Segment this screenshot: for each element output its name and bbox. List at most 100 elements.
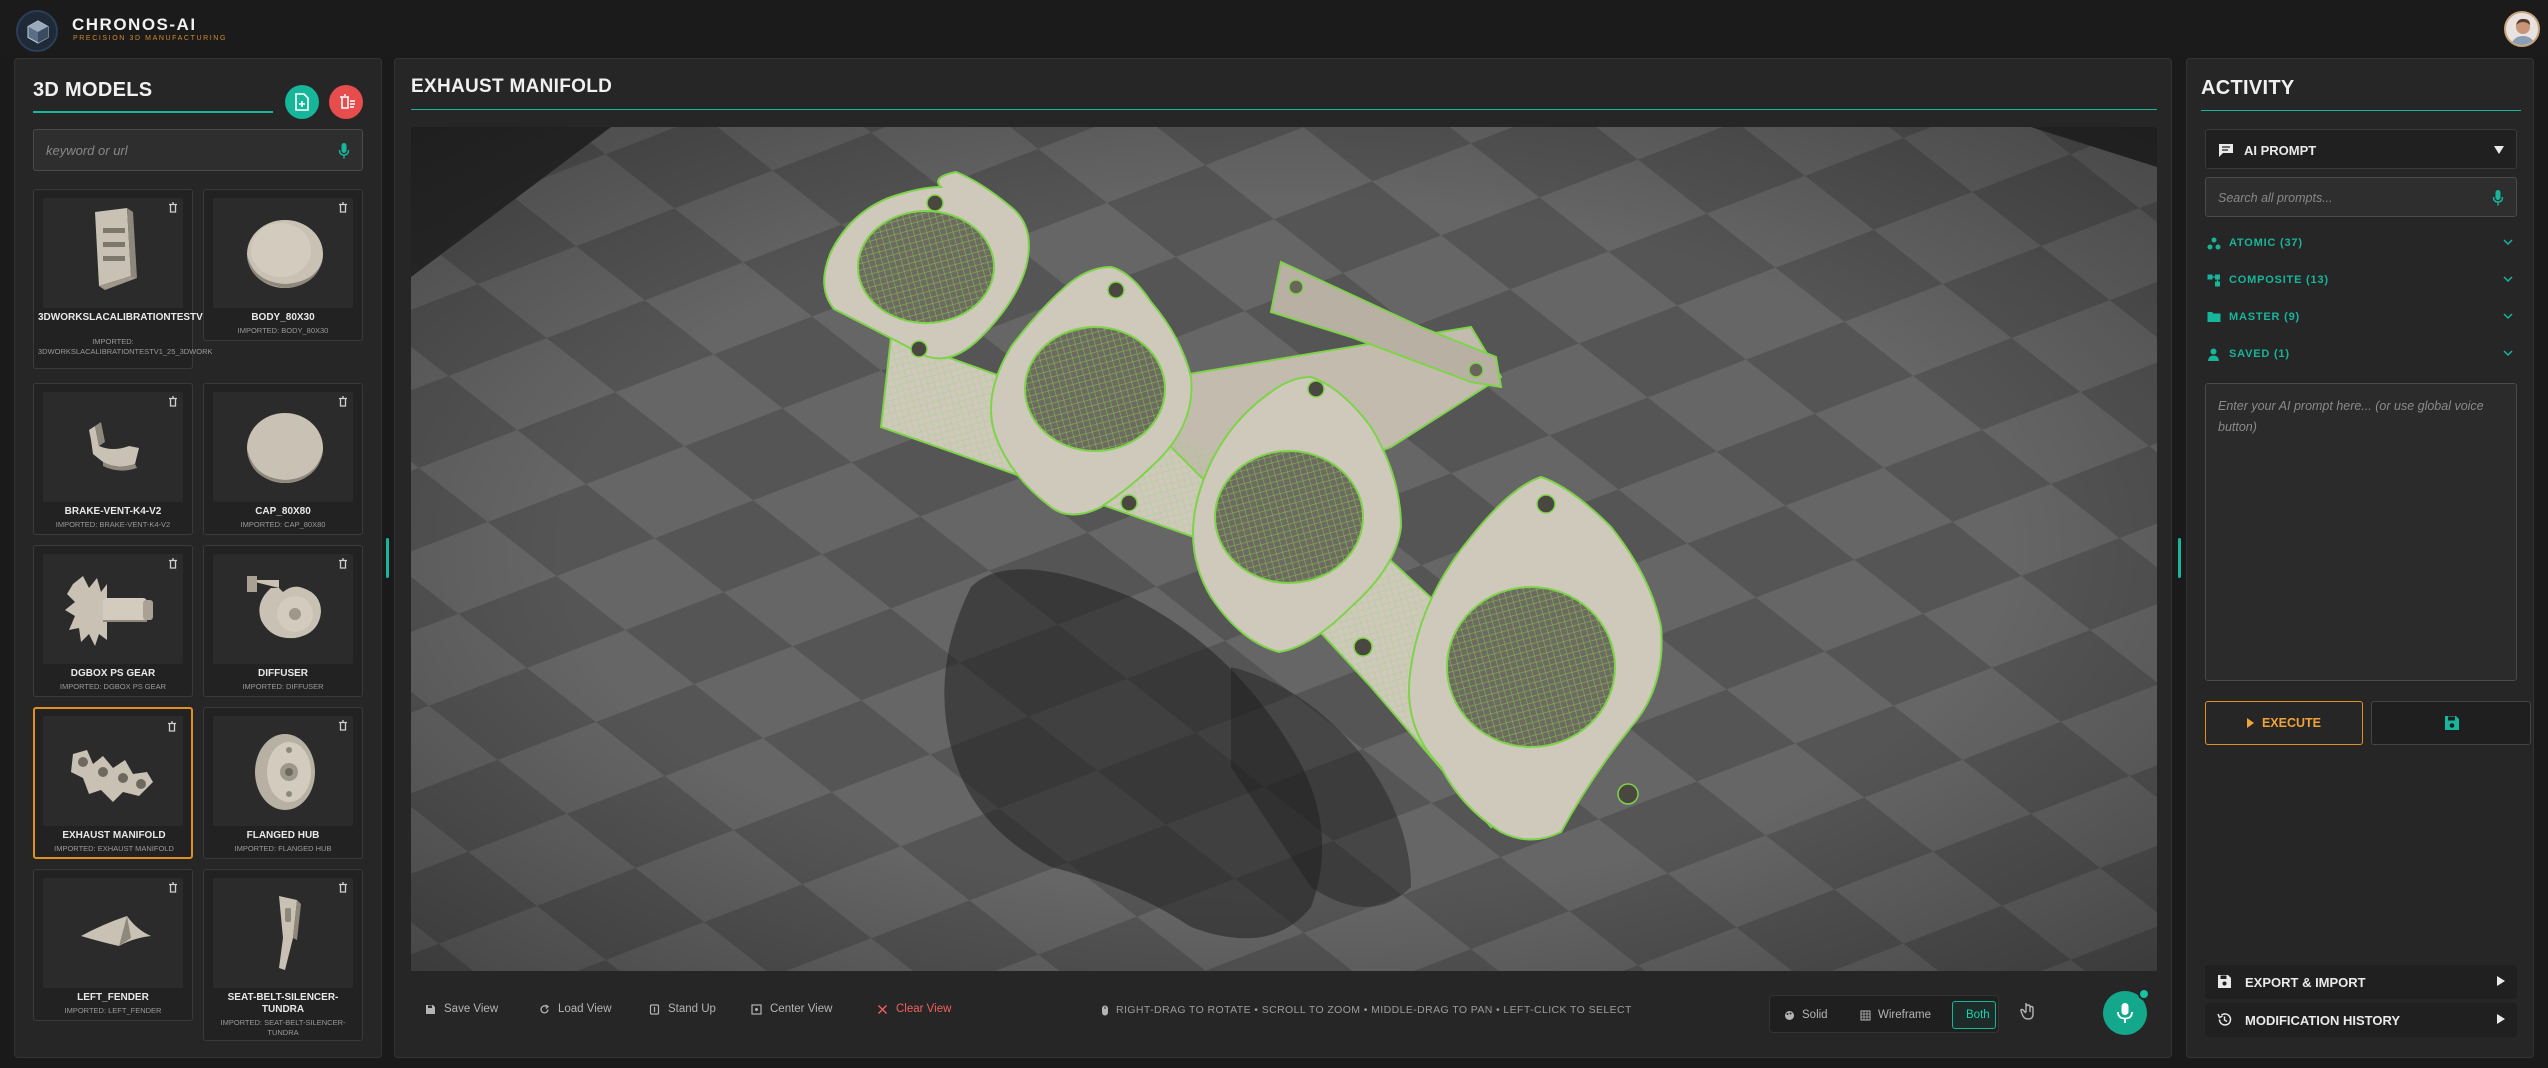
trash-icon[interactable] (338, 882, 348, 893)
save-icon (2218, 975, 2231, 988)
model-subtitle: IMPORTED: SEAT-BELT-SILENCER-TUNDRA (220, 1018, 346, 1037)
mode-solid-button[interactable]: Solid (1774, 1001, 1838, 1029)
trash-icon[interactable] (338, 396, 348, 407)
model-card-selected[interactable]: EXHAUST MANIFOLD IMPORTED: EXHAUST MANIF… (33, 707, 193, 859)
mode-wireframe-button[interactable]: Wireframe (1850, 1001, 1941, 1029)
center-icon (751, 1003, 762, 1015)
prompt-search-box (2205, 177, 2517, 217)
triangle-down-icon (2494, 146, 2504, 154)
atomic-icon (2207, 237, 2221, 250)
modification-history-row[interactable]: MODIFICATION HISTORY (2205, 1003, 2517, 1037)
mode-both-label: Both (1966, 1009, 1990, 1021)
right-resize-handle[interactable] (2178, 538, 2181, 578)
execute-button[interactable]: EXECUTE (2205, 701, 2363, 745)
save-prompt-button[interactable] (2371, 701, 2531, 745)
chevron-down-icon (2503, 313, 2513, 320)
model-subtitle: IMPORTED: DGBOX PS GEAR (59, 682, 167, 691)
activity-panel: ACTIVITY AI PROMPT ATOMIC (37) COMPOSITE… (2186, 58, 2534, 1058)
model-thumbnail (213, 198, 353, 308)
viewer-panel: EXHAUST MANIFOLD Save View Load View Sta… (394, 58, 2172, 1058)
add-model-button[interactable] (285, 85, 319, 119)
controls-hint: RIGHT-DRAG TO ROTATE • SCROLL TO ZOOM • … (1101, 1004, 1632, 1016)
activity-title: ACTIVITY (2201, 77, 2295, 99)
composite-icon (2207, 274, 2220, 287)
trash-icon[interactable] (168, 558, 178, 569)
clear-view-label: Clear View (896, 1003, 952, 1015)
stand-up-button[interactable]: Stand Up (649, 1003, 716, 1015)
category-label: ATOMIC (37) (2229, 237, 2303, 249)
3d-viewport[interactable] (411, 127, 2157, 971)
model-search-input[interactable] (46, 140, 326, 160)
save-view-button[interactable]: Save View (425, 1003, 498, 1015)
trash-icon[interactable] (168, 396, 178, 407)
model-card[interactable]: FLANGED HUB IMPORTED: FLANGED HUB (203, 707, 363, 859)
mode-both-button[interactable]: Both (1952, 1001, 1996, 1029)
viewer-toolbar: Save View Load View Stand Up Center View… (411, 988, 2157, 1039)
model-card[interactable]: LEFT_FENDER IMPORTED: LEFT_FENDER (33, 869, 193, 1021)
model-card[interactable]: CAP_80X80 IMPORTED: CAP_80X80 (203, 383, 363, 535)
model-name: FLANGED HUB (246, 830, 320, 841)
trash-icon[interactable] (168, 882, 178, 893)
chevron-down-icon (2503, 350, 2513, 357)
global-voice-button[interactable] (2103, 988, 2150, 1035)
model-card[interactable]: DIFFUSER IMPORTED: DIFFUSER (203, 545, 363, 697)
chevron-down-icon (2503, 276, 2513, 283)
folder-icon (2207, 312, 2221, 322)
trash-icon[interactable] (338, 558, 348, 569)
top-bar: CHRONOS-AI PRECISION 3D MANUFACTURING (0, 0, 2548, 56)
model-card[interactable]: SEAT-BELT-SILENCER-TUNDRA IMPORTED: SEAT… (203, 869, 363, 1041)
save-icon (426, 1004, 435, 1014)
model-subtitle: IMPORTED: DIFFUSER (242, 682, 324, 691)
chat-icon (2219, 144, 2233, 157)
stand-up-label: Stand Up (668, 1003, 716, 1015)
palette-icon (1785, 1010, 1794, 1020)
stand-up-icon (649, 1003, 660, 1015)
prompt-search-input[interactable] (2218, 189, 2478, 207)
category-master[interactable]: MASTER (9) (2205, 305, 2517, 331)
export-import-row[interactable]: EXPORT & IMPORT (2205, 965, 2517, 999)
delete-all-button[interactable] (329, 85, 363, 119)
category-label: COMPOSITE (13) (2229, 274, 2329, 286)
model-search-box (33, 129, 363, 171)
model-card[interactable]: BRAKE-VENT-K4-V2 IMPORTED: BRAKE-VENT-K4… (33, 383, 193, 535)
model-card[interactable]: BODY_80X30 IMPORTED: BODY_80X30 (203, 189, 363, 341)
model-subtitle: IMPORTED: BRAKE-VENT-K4-V2 (55, 520, 171, 529)
ai-prompt-label: AI PROMPT (2244, 143, 2317, 158)
model-card[interactable]: DGBOX PS GEAR IMPORTED: DGBOX PS GEAR (33, 545, 193, 697)
category-saved[interactable]: SAVED (1) (2205, 342, 2517, 368)
triangle-right-icon (2497, 976, 2505, 986)
microphone-icon (2117, 1003, 2133, 1023)
category-label: MASTER (9) (2229, 311, 2300, 323)
refresh-icon (540, 1003, 550, 1013)
model-thumbnail (43, 554, 183, 664)
model-thumbnail (43, 392, 183, 502)
category-composite[interactable]: COMPOSITE (13) (2205, 268, 2517, 294)
model-name: BRAKE-VENT-K4-V2 (64, 506, 162, 517)
model-name: 3DWORKSLACALIBRATIONTESTV1_25_3DWORK (38, 312, 276, 323)
user-avatar[interactable] (2504, 11, 2540, 47)
trash-icon[interactable] (338, 202, 348, 213)
trash-icon[interactable] (167, 721, 177, 732)
trash-icon[interactable] (168, 202, 178, 213)
model-subtitle: IMPORTED: CAP_80X80 (240, 520, 326, 529)
voice-status-indicator (2138, 988, 2150, 1000)
trash-icon[interactable] (338, 720, 348, 731)
mic-icon[interactable] (2492, 189, 2504, 207)
mic-icon[interactable] (338, 142, 350, 160)
clear-view-button[interactable]: Clear View (877, 1003, 951, 1015)
model-card[interactable]: 3DWORKSLACALIBRATIONTESTV1_25_3DWORK IMP… (33, 189, 276, 369)
controls-hint-text: RIGHT-DRAG TO ROTATE • SCROLL TO ZOOM • … (1116, 1004, 1632, 1016)
touch-hand-icon[interactable] (2019, 1001, 2037, 1021)
center-view-button[interactable]: Center View (751, 1003, 832, 1015)
left-resize-handle[interactable] (386, 538, 389, 578)
category-atomic[interactable]: ATOMIC (37) (2205, 231, 2517, 257)
ai-prompt-textarea[interactable] (2218, 396, 2504, 666)
center-view-label: Center View (770, 1003, 833, 1015)
model-name: CAP_80X80 (255, 506, 311, 517)
save-view-label: Save View (444, 1003, 499, 1015)
delete-all-icon (340, 94, 355, 109)
ai-prompt-header[interactable]: AI PROMPT (2205, 129, 2517, 169)
close-icon (878, 1004, 887, 1014)
model-subtitle: IMPORTED: FLANGED HUB (234, 844, 332, 853)
load-view-button[interactable]: Load View (539, 1003, 612, 1015)
